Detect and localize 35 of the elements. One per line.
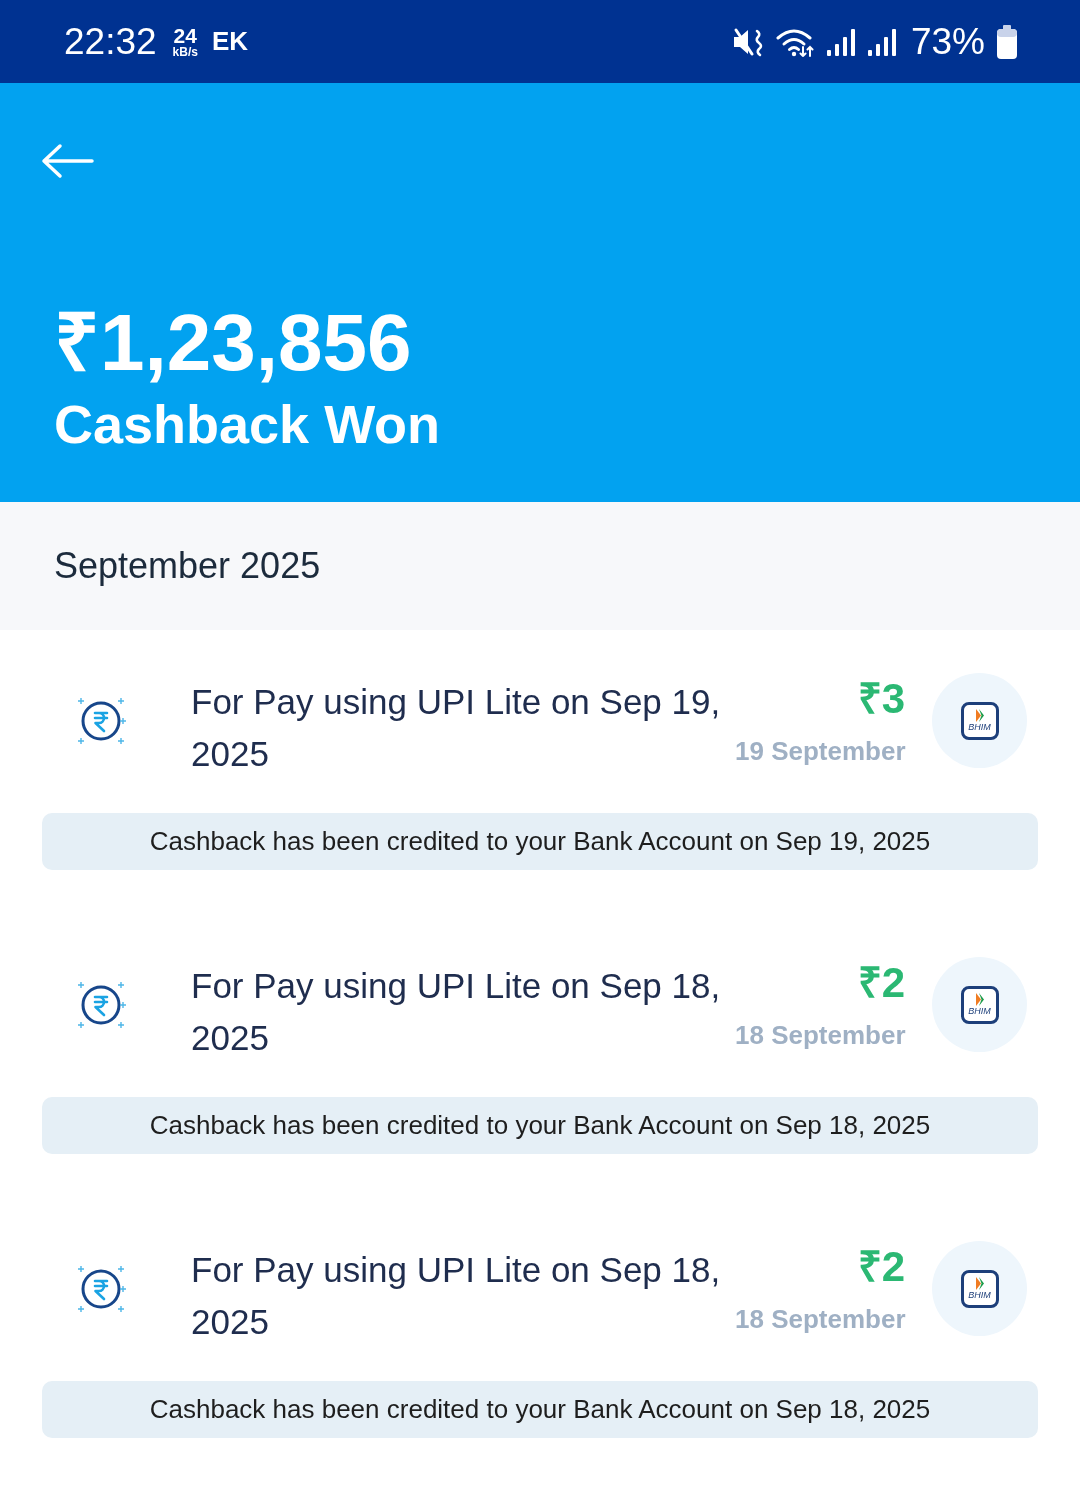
month-label: September 2025: [54, 545, 321, 587]
cashback-amount: ₹3: [857, 674, 905, 724]
battery-icon: [996, 24, 1018, 59]
rupee-coin-icon: [76, 1263, 126, 1314]
cashback-label: Cashback Won: [54, 395, 441, 455]
signal-icon: [826, 27, 857, 56]
battery-percent: 73%: [910, 20, 985, 63]
cashback-title: For Pay using UPI Lite on Sep 19, 2025: [191, 680, 722, 775]
cashback-note: Cashback has been credited to your Bank Account on Sep 18, 2025: [42, 1097, 1038, 1154]
flag-chevron-icon: [974, 1277, 985, 1290]
cashback-date: 19 September: [735, 735, 906, 768]
wifi-icon: [775, 26, 816, 57]
cashback-date: 18 September: [735, 1019, 906, 1052]
rupee-coin-icon: [76, 695, 126, 746]
mute-icon: [732, 26, 765, 57]
cashback-title: For Pay using UPI Lite on Sep 18, 2025: [191, 1248, 722, 1343]
signal-icon: [867, 27, 898, 56]
carrier-label: EK: [211, 26, 249, 57]
cashback-note: Cashback has been credited to your Bank Account on Sep 18, 2025: [42, 1381, 1038, 1438]
data-speed-unit: kB/s: [172, 46, 198, 58]
app-logo-text: BHIM: [968, 723, 991, 732]
data-speed-value: 24: [173, 25, 197, 46]
status-time: 22:32: [64, 20, 157, 63]
app-logo-text: BHIM: [968, 1291, 991, 1300]
app-logo-text: BHIM: [968, 1007, 991, 1016]
cashback-title: For Pay using UPI Lite on Sep 18, 2025: [191, 964, 722, 1059]
cashback-note: Cashback has been credited to your Bank Account on Sep 19, 2025: [42, 813, 1038, 870]
cashback-date: 18 September: [735, 1303, 906, 1336]
cashback-amount: ₹2: [857, 958, 905, 1008]
cashback-amount: ₹2: [857, 1242, 905, 1292]
flag-chevron-icon: [974, 993, 985, 1006]
cashback-total: ₹1,23,856: [54, 303, 412, 383]
flag-chevron-icon: [974, 709, 985, 722]
rupee-coin-icon: [76, 979, 126, 1030]
back-button[interactable]: [40, 143, 94, 179]
